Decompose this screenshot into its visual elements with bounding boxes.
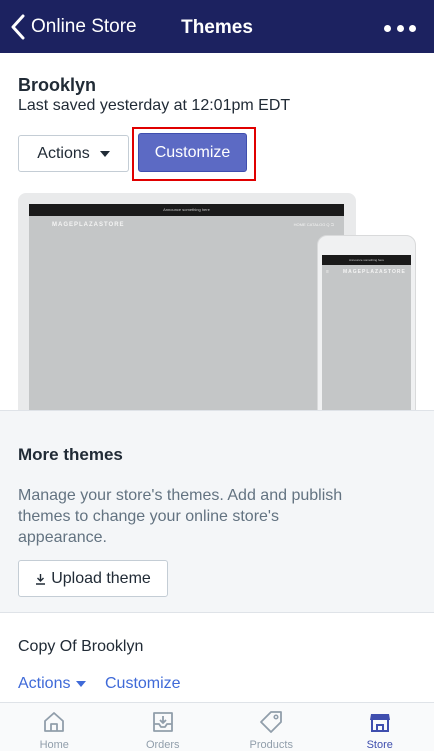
more-themes-section: More themes Manage your store's themes. … [0, 410, 434, 612]
mobile-store-header: ≡ MAGEPLAZASTORE [322, 265, 411, 279]
theme-list-item: Copy Of Brooklyn Actions Customize [0, 612, 434, 702]
bottom-tab-bar: Home Orders Products Store [0, 702, 434, 751]
back-button[interactable]: Online Store [10, 0, 137, 53]
store-logo: MAGEPLAZASTORE [52, 222, 125, 228]
customize-button[interactable]: Customize [138, 133, 247, 172]
store-icon [369, 714, 390, 732]
chevron-left-icon [11, 14, 25, 39]
copy-actions-label: Actions [18, 675, 71, 692]
laptop-frame: Announce something here MAGEPLAZASTORE H… [18, 193, 356, 410]
phone-frame: Announce something here ≡ MAGEPLAZASTORE [317, 235, 416, 410]
tab-store[interactable]: Store [326, 703, 434, 751]
tag-icon [260, 711, 283, 733]
caret-down-icon [99, 150, 110, 157]
theme-actions-button[interactable]: Actions [18, 135, 129, 172]
caret-down-icon [76, 681, 87, 687]
tab-home-label: Home [39, 739, 69, 751]
store-nav-links: HOME CATALOG Q ⊐ [293, 222, 334, 227]
upload-theme-button[interactable]: Upload theme [18, 560, 168, 597]
tab-products-label: Products [249, 739, 293, 751]
mobile-preview-screen: Announce something here ≡ MAGEPLAZASTORE [322, 255, 411, 410]
tab-orders-label: Orders [145, 739, 180, 751]
copy-theme-name: Copy Of Brooklyn [18, 638, 144, 655]
top-nav-bar: Online Store Themes [0, 0, 434, 53]
store-header: MAGEPLAZASTORE HOME CATALOG Q ⊐ [29, 216, 344, 238]
current-theme-card: Brooklyn Last saved yesterday at 12:01pm… [0, 53, 434, 410]
announcement-bar: Announce something here [29, 204, 344, 216]
theme-name: Brooklyn [18, 75, 97, 95]
theme-preview[interactable]: Announce something here MAGEPLAZASTORE H… [18, 193, 416, 410]
more-dot-icon [384, 24, 391, 32]
tab-store-label: Store [366, 739, 393, 751]
theme-saved-status: Last saved yesterday at 12:01pm EDT [18, 97, 291, 114]
back-label: Online Store [31, 15, 137, 37]
more-themes-description: Manage your store's themes. Add and publ… [18, 487, 343, 546]
mobile-store-logo: MAGEPLAZASTORE [343, 269, 406, 275]
more-options-button[interactable] [384, 18, 416, 38]
tab-orders[interactable]: Orders [109, 703, 218, 751]
more-dot-icon [396, 24, 404, 32]
copy-theme-actions-link[interactable]: Actions [18, 675, 87, 693]
actions-label: Actions [37, 144, 90, 162]
upload-theme-label: Upload theme [51, 569, 151, 587]
mobile-announcement-bar: Announce something here [322, 255, 411, 265]
home-icon [44, 712, 65, 732]
orders-icon [152, 712, 173, 732]
desktop-preview-screen: Announce something here MAGEPLAZASTORE H… [29, 204, 344, 410]
tab-products[interactable]: Products [217, 703, 326, 751]
tab-home[interactable]: Home [0, 703, 109, 751]
download-icon [36, 573, 46, 585]
copy-theme-customize-link[interactable]: Customize [105, 675, 181, 693]
menu-icon: ≡ [326, 269, 329, 275]
more-themes-title: More themes [18, 445, 123, 464]
more-dot-icon [409, 24, 416, 32]
